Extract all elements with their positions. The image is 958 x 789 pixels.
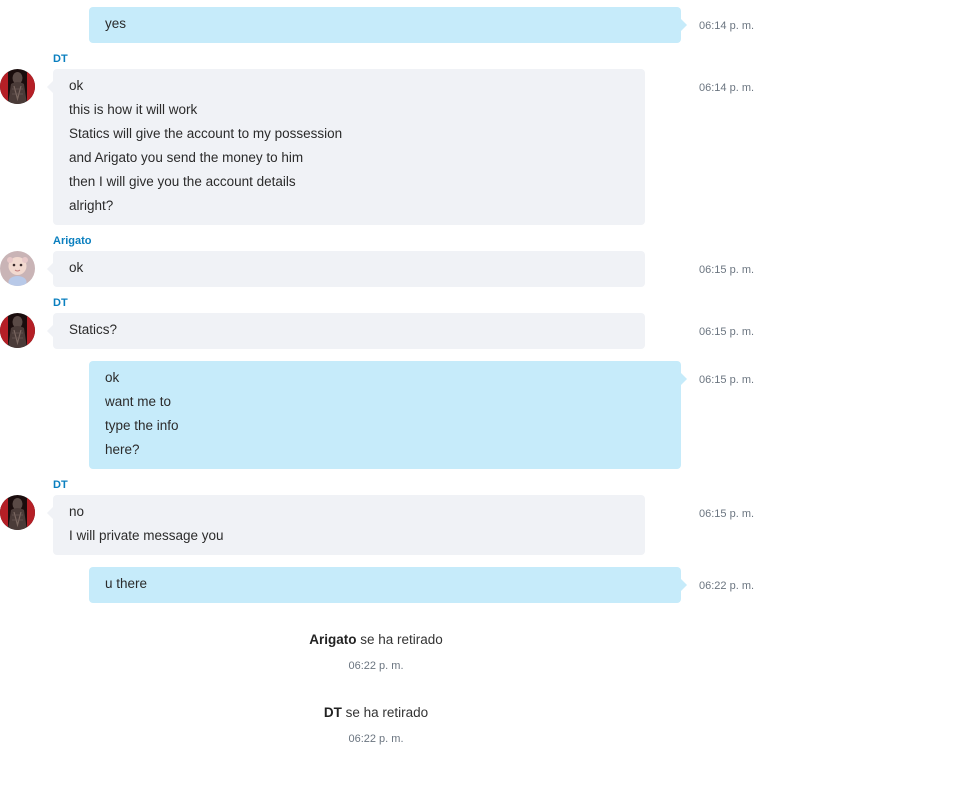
message-timestamp: 06:22 p. m. [699, 580, 755, 592]
dark-figure-avatar-icon [0, 313, 35, 348]
message-text: this is how it will work [69, 102, 198, 117]
dark-figure-avatar-icon [0, 69, 35, 104]
message-timestamp: 06:14 p. m. [699, 20, 755, 32]
message-bubble-outgoing[interactable]: u there [89, 567, 687, 603]
sender-name[interactable]: Arigato [53, 235, 92, 247]
avatar-dt[interactable] [0, 495, 35, 530]
avatar-dt[interactable] [0, 313, 35, 348]
system-event-left-chat: DT se ha retirado [0, 705, 752, 720]
system-event-left-chat: Arigato se ha retirado [0, 632, 752, 647]
message-text: Statics? [69, 322, 118, 337]
message-timestamp: 06:14 p. m. [699, 82, 755, 94]
message-timestamp: 06:15 p. m. [699, 264, 755, 276]
message-text: ok [69, 78, 84, 93]
system-event-timestamp: 06:22 p. m. [348, 733, 404, 745]
message-text: want me to [105, 394, 172, 409]
message-bubble-incoming[interactable]: Statics? [47, 313, 645, 349]
message-text: alright? [69, 198, 114, 213]
avatar-arigato[interactable] [0, 251, 35, 286]
message-text: type the info [105, 418, 179, 433]
system-event-user[interactable]: DT [324, 705, 342, 720]
message-text: u there [105, 576, 148, 591]
message-bubble-outgoing[interactable]: yes [89, 7, 687, 43]
system-event-text: se ha retirado [356, 632, 443, 647]
sender-name[interactable]: DT [53, 479, 68, 491]
message-text: Statics will give the account to my poss… [69, 126, 343, 141]
system-event-text: se ha retirado [341, 705, 429, 720]
chat-conversation: yes 06:14 p. m. DT ok this is how it wil… [0, 0, 958, 789]
doll-avatar-icon [0, 251, 35, 286]
message-bubble-incoming[interactable]: ok [47, 251, 645, 287]
system-event-user[interactable]: Arigato [309, 632, 356, 647]
message-timestamp: 06:15 p. m. [699, 374, 755, 386]
dark-figure-avatar-icon [0, 495, 35, 530]
message-timestamp: 06:15 p. m. [699, 508, 755, 520]
message-text: and Arigato you send the money to him [69, 150, 304, 165]
message-timestamp: 06:15 p. m. [699, 326, 755, 338]
message-bubble-outgoing[interactable]: ok want me to type the info here? [89, 361, 687, 469]
message-text: I will private message you [69, 528, 224, 543]
message-text: here? [105, 442, 140, 457]
message-bubble-incoming[interactable]: no I will private message you [47, 495, 645, 555]
sender-name[interactable]: DT [53, 297, 68, 309]
message-text: ok [69, 260, 84, 275]
message-text: ok [105, 370, 120, 385]
system-event-timestamp: 06:22 p. m. [348, 660, 404, 672]
message-text: no [69, 504, 85, 519]
message-bubble-incoming[interactable]: ok this is how it will work Statics will… [47, 69, 645, 225]
message-text: yes [105, 16, 127, 31]
sender-name[interactable]: DT [53, 53, 68, 65]
message-text: then I will give you the account details [69, 174, 296, 189]
avatar-dt[interactable] [0, 69, 35, 104]
